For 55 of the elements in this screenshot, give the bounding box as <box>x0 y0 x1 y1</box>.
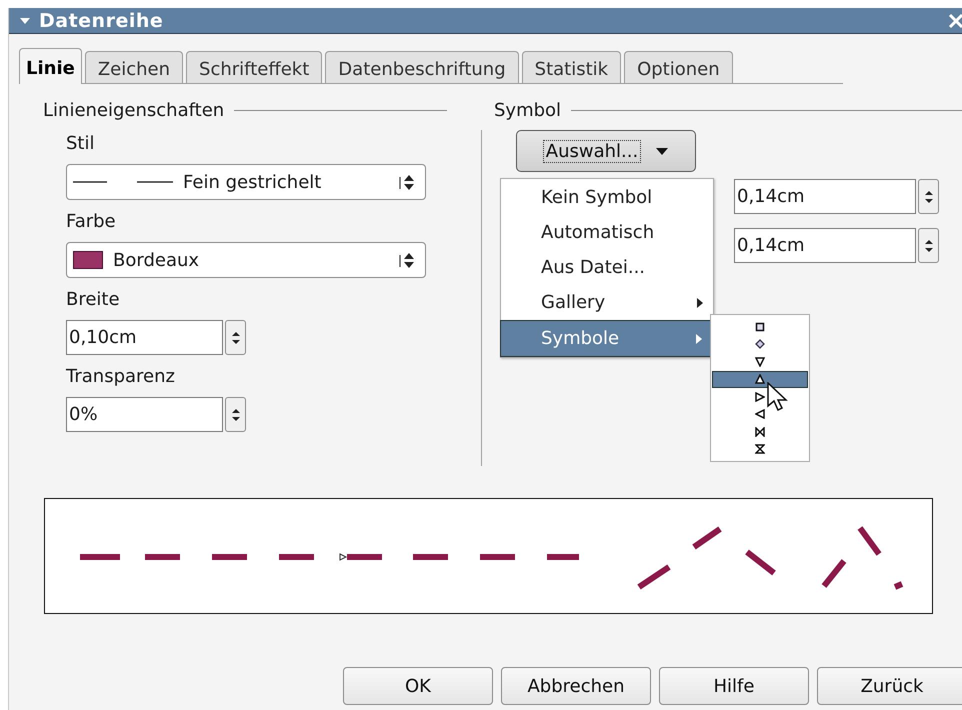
dash-line-icon <box>73 181 173 183</box>
tab[interactable]: Optionen <box>624 51 733 83</box>
up-down-icon <box>924 188 932 204</box>
up-down-icon <box>232 330 240 346</box>
number-field[interactable]: 0,14cm <box>734 228 916 263</box>
spin-button[interactable] <box>918 228 939 263</box>
caret-icon <box>656 148 668 154</box>
number-field[interactable]: 0,10cm <box>66 320 223 355</box>
number-field[interactable]: 0,14cm <box>734 179 916 214</box>
window-title: Datenreihe <box>39 10 164 32</box>
color-swatch <box>73 251 103 269</box>
section-heading: Symbol <box>494 100 562 120</box>
pointer-icon <box>767 382 788 412</box>
bowtie-icon <box>755 426 765 437</box>
triangle-up-icon <box>755 374 765 384</box>
tab[interactable]: Datenbeschriftung <box>325 51 519 83</box>
field-label: Transparenz <box>66 365 175 389</box>
tab[interactable]: Zeichen <box>84 51 184 83</box>
submenu-arrow-icon <box>696 334 702 344</box>
menu-item[interactable] <box>712 370 808 388</box>
section-heading: Linieneigenschaften <box>43 100 224 120</box>
dialog-button[interactable]: Zurück <box>817 667 962 705</box>
spin-button[interactable] <box>225 397 246 432</box>
submenu-arrow-icon <box>697 298 703 308</box>
dialog-button[interactable]: Abbrechen <box>501 667 651 705</box>
up-down-icon <box>399 250 415 270</box>
menu-item[interactable]: Symbole <box>500 320 713 357</box>
dialog-button[interactable]: Hilfe <box>659 667 809 705</box>
up-down-icon <box>399 172 415 192</box>
dropdown[interactable]: Fein gestrichelt <box>66 164 426 200</box>
menu-item[interactable]: Gallery <box>501 285 713 320</box>
hourglass-icon <box>755 444 765 454</box>
triangle-down-icon <box>755 356 765 367</box>
select-button[interactable]: Auswahl... <box>516 130 696 172</box>
triangle-left-icon <box>755 409 765 420</box>
spin-button[interactable] <box>225 320 246 355</box>
up-down-icon <box>232 406 240 422</box>
field-label: Stil <box>66 132 94 156</box>
number-field[interactable]: 0% <box>66 397 223 432</box>
close-icon <box>948 12 962 28</box>
diamond-icon <box>755 339 765 350</box>
tab[interactable]: Statistik <box>522 51 622 83</box>
dropdown[interactable]: Bordeaux <box>66 242 426 278</box>
tab[interactable]: Linie <box>19 48 82 84</box>
up-down-icon <box>924 238 932 254</box>
menu-item[interactable]: Aus Datei... <box>501 250 713 285</box>
dialog-button[interactable]: OK <box>343 667 493 705</box>
menu-item[interactable]: Automatisch <box>501 215 713 250</box>
field-label: Farbe <box>66 210 116 234</box>
spin-button[interactable] <box>918 179 939 214</box>
triangle-right-icon <box>755 392 765 402</box>
tab[interactable]: Schrifteffekt <box>186 51 322 83</box>
square-icon <box>755 322 765 332</box>
menu-item[interactable]: Kein Symbol <box>501 180 713 215</box>
field-label: Breite <box>66 288 120 312</box>
